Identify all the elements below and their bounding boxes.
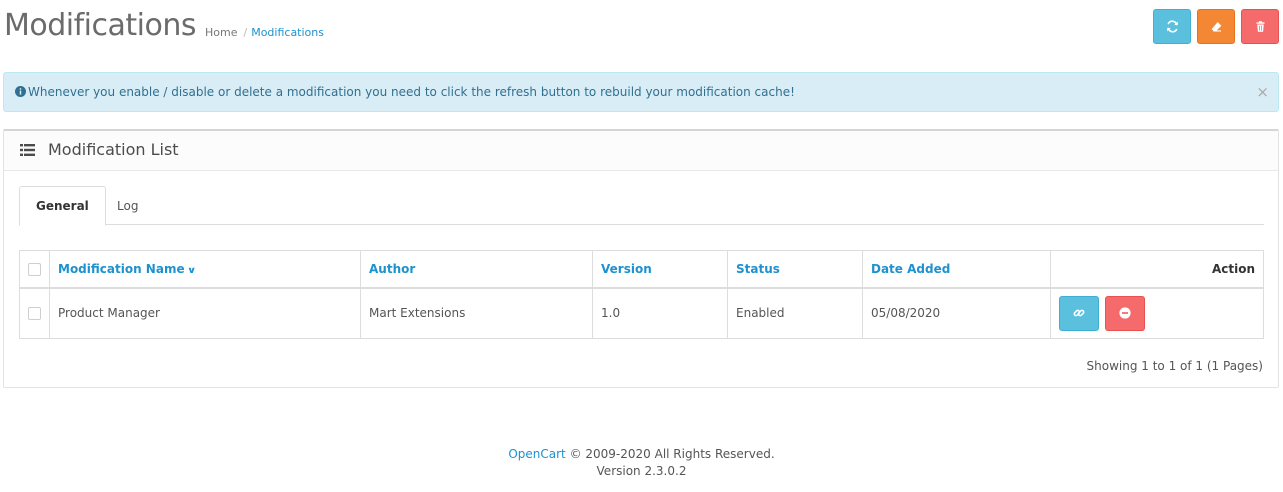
- panel-title: Modification List: [48, 140, 179, 159]
- table-header-row: Modification Name ∨ Author Version Status…: [19, 250, 1264, 289]
- info-alert: Whenever you enable / disable or delete …: [3, 72, 1279, 112]
- minus-circle-icon: [1119, 307, 1131, 319]
- breadcrumb-home-link[interactable]: Home: [205, 26, 237, 39]
- column-header-name[interactable]: Modification Name ∨: [49, 250, 361, 289]
- eraser-icon: [1211, 22, 1221, 32]
- close-icon[interactable]: ×: [1256, 83, 1269, 101]
- column-header-action: Action: [1050, 250, 1264, 289]
- row-select-cell: [19, 287, 50, 339]
- table-row: Product Manager Mart Extensions 1.0 Enab…: [19, 287, 1264, 339]
- row-checkbox[interactable]: [28, 307, 41, 321]
- modification-table: Modification Name ∨ Author Version Status…: [19, 250, 1264, 339]
- page-title: Modifications: [4, 8, 197, 43]
- cell-status: Enabled: [727, 287, 863, 339]
- page-header: Modifications Home / Modifications: [4, 6, 1279, 54]
- footer-version: Version 2.3.0.2: [596, 464, 687, 478]
- tab-bar: General Log: [19, 186, 1264, 226]
- footer-copyright: © 2009-2020 All Rights Reserved.: [565, 447, 775, 461]
- header-select-all: [19, 250, 50, 289]
- tab-log[interactable]: Log: [100, 186, 155, 225]
- cell-author: Mart Extensions: [360, 287, 593, 339]
- delete-button[interactable]: [1241, 9, 1279, 44]
- refresh-button[interactable]: [1153, 9, 1191, 44]
- column-header-author[interactable]: Author: [360, 250, 593, 289]
- trash-icon: [1255, 21, 1265, 32]
- cell-name: Product Manager: [49, 287, 361, 339]
- link-icon: [1073, 309, 1085, 317]
- panel-heading: Modification List: [4, 131, 1278, 171]
- column-header-status[interactable]: Status: [727, 250, 863, 289]
- refresh-icon: [1166, 20, 1178, 33]
- column-header-date-added[interactable]: Date Added: [862, 250, 1051, 289]
- footer-copyright-line: OpenCart © 2009-2020 All Rights Reserved…: [0, 446, 1283, 463]
- pagination-results: Showing 1 to 1 of 1 (1 Pages): [1086, 359, 1263, 373]
- info-circle-icon: [15, 86, 26, 97]
- opencart-link[interactable]: OpenCart: [508, 447, 565, 461]
- list-icon: [20, 144, 35, 156]
- disable-button[interactable]: [1104, 295, 1145, 331]
- footer: OpenCart © 2009-2020 All Rights Reserved…: [0, 446, 1283, 480]
- column-header-name-label: Modification Name: [58, 261, 185, 276]
- breadcrumb-modifications-link[interactable]: Modifications: [251, 26, 324, 39]
- select-all-checkbox[interactable]: [28, 262, 41, 276]
- chevron-down-icon: ∨: [186, 265, 197, 276]
- link-button[interactable]: [1059, 295, 1099, 331]
- column-header-version[interactable]: Version: [592, 250, 728, 289]
- breadcrumb: Home / Modifications: [205, 25, 324, 41]
- clear-button[interactable]: [1197, 9, 1235, 44]
- modification-list-panel: Modification List General Log Modificati…: [3, 129, 1279, 388]
- cell-action: [1050, 287, 1264, 339]
- cell-date-added: 05/08/2020: [862, 287, 1051, 339]
- cell-version: 1.0: [592, 287, 728, 339]
- alert-message: Whenever you enable / disable or delete …: [28, 85, 795, 99]
- tab-general[interactable]: General: [19, 186, 106, 226]
- toolbar: [1153, 9, 1279, 44]
- breadcrumb-separator: /: [243, 26, 248, 39]
